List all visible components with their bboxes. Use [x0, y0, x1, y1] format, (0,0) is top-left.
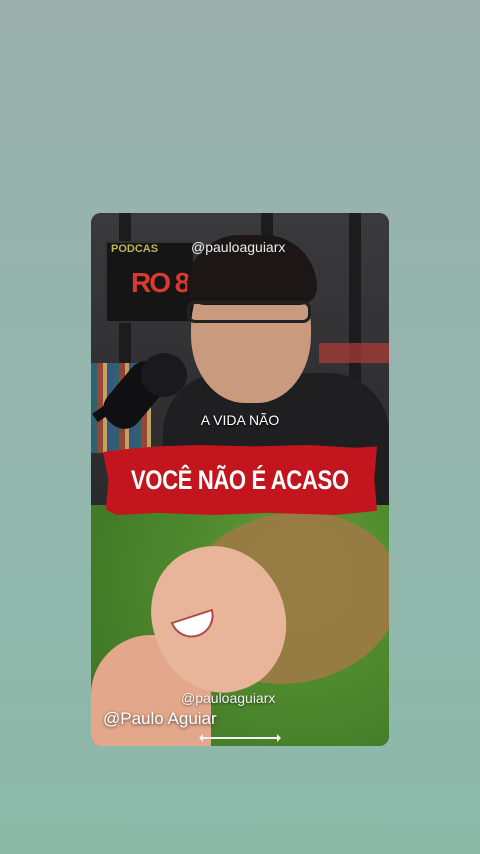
grass-video-frame: @pauloaguiarx @Paulo Aguiar — [91, 505, 389, 746]
podcast-sign-text: PODCAS — [111, 243, 159, 255]
watermark-handle-mid: @pauloaguiarx — [181, 690, 276, 706]
video-subtitle: A VIDA NÃO — [200, 412, 280, 428]
microphone-head — [141, 353, 187, 397]
watermark-handle-top: @pauloaguiarx — [191, 239, 286, 255]
title-banner-text: VOCÊ NÃO É ACASO — [131, 464, 349, 495]
title-banner: VOCÊ NÃO É ACASO — [103, 445, 377, 515]
podcast-sign-big-text: RO 8 — [131, 267, 190, 298]
speaker-glasses — [187, 301, 311, 323]
story-card[interactable]: PODCAS RO 8 @pauloaguiarx A VIDA NÃO @pa… — [91, 213, 389, 746]
bookshelf-right — [319, 343, 389, 363]
resize-arrow-icon[interactable] — [199, 734, 281, 742]
author-mention-sticker[interactable]: @Paulo Aguiar — [103, 709, 217, 729]
